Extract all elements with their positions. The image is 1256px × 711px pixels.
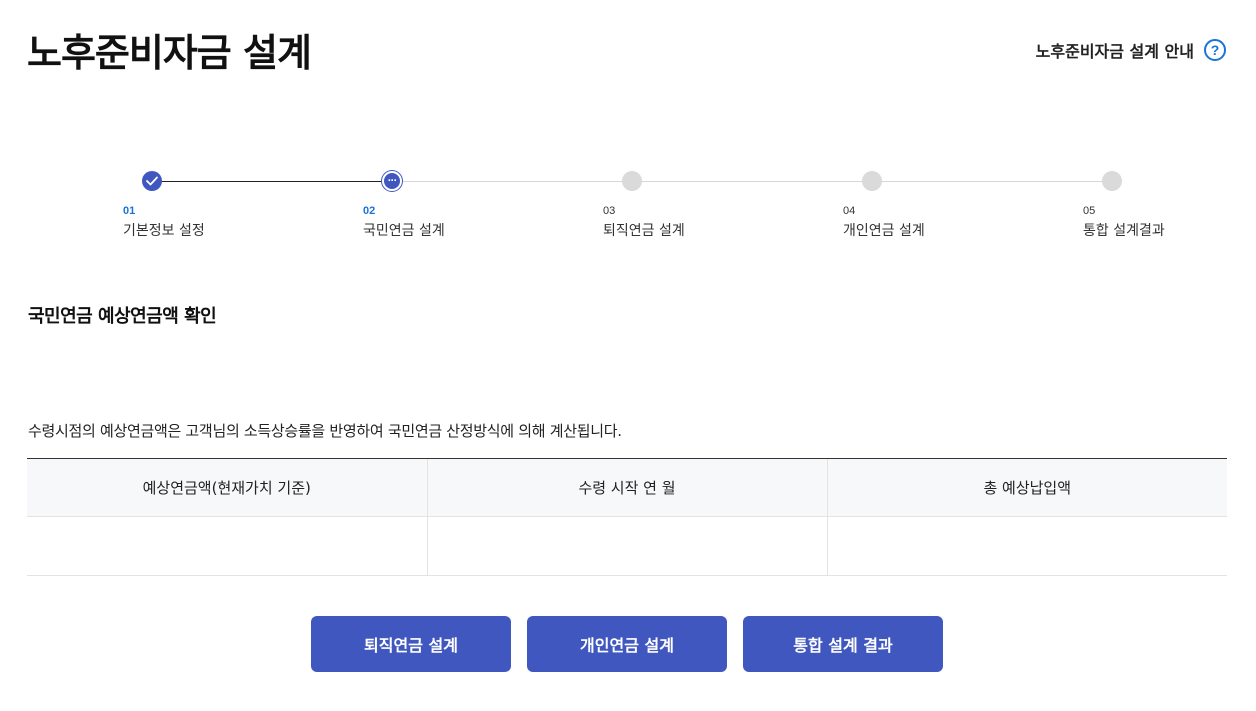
step-4-dot-icon — [862, 171, 882, 191]
step-number: 04 — [843, 205, 856, 217]
step-track-done — [152, 181, 392, 182]
step-label: 통합 설계결과 — [1083, 223, 1165, 239]
step-label: 기본정보 설정 — [123, 223, 205, 239]
guide-label: 노후준비자금 설계 안내 — [1035, 42, 1194, 61]
step-5-dot-icon — [1102, 171, 1122, 191]
section-description: 수령시점의 예상연금액은 고객님의 소득상승률을 반영하여 국민연금 산정방식에… — [28, 422, 622, 440]
column-header-total-payment: 총 예상납입액 — [826, 458, 1227, 517]
guide-link[interactable]: 노후준비자금 설계 안내 ? — [1036, 38, 1226, 62]
step-1: 01 기본정보 설정 — [123, 205, 205, 240]
step-3: 03 퇴직연금 설계 — [603, 205, 685, 240]
step-label: 개인연금 설계 — [843, 223, 925, 239]
step-5: 05 통합 설계결과 — [1083, 205, 1165, 240]
cell-total-payment — [826, 516, 1227, 576]
column-header-start-date: 수령 시작 연 월 — [426, 458, 827, 517]
cell-start-date — [426, 516, 827, 576]
retirement-pension-button[interactable]: 퇴직연금 설계 — [311, 616, 511, 672]
section-title: 국민연금 예상연금액 확인 — [28, 306, 217, 327]
help-circle-icon[interactable]: ? — [1204, 39, 1226, 61]
column-header-expected-pension: 예상연금액(현재가치 기준) — [27, 458, 427, 517]
personal-pension-button[interactable]: 개인연금 설계 — [527, 616, 727, 672]
step-number: 02 — [363, 205, 376, 217]
step-label: 국민연금 설계 — [363, 223, 445, 239]
step-3-dot-icon — [622, 171, 642, 191]
step-label: 퇴직연금 설계 — [603, 223, 685, 239]
pension-result-table: 예상연금액(현재가치 기준) 수령 시작 연 월 총 예상납입액 — [27, 458, 1227, 576]
cell-expected-pension — [27, 516, 427, 576]
step-number: 01 — [123, 205, 136, 217]
step-number: 03 — [603, 205, 616, 217]
progress-stepper: ... 01 기본정보 설정 02 국민연금 설계 03 퇴직연금 설계 04 … — [0, 170, 1256, 250]
step-2: 02 국민연금 설계 — [363, 205, 445, 240]
table-row — [27, 516, 1227, 576]
page-title: 노후준비자금 설계 — [27, 31, 312, 75]
step-4: 04 개인연금 설계 — [843, 205, 925, 240]
step-2-progress-icon: ... — [382, 171, 402, 191]
step-track-pending — [392, 181, 1112, 182]
action-buttons: 퇴직연금 설계 개인연금 설계 통합 설계 결과 — [311, 616, 943, 672]
integrated-result-button[interactable]: 통합 설계 결과 — [743, 616, 943, 672]
step-number: 05 — [1083, 205, 1096, 217]
step-1-check-icon — [142, 171, 162, 191]
table-header-row: 예상연금액(현재가치 기준) 수령 시작 연 월 총 예상납입액 — [27, 458, 1227, 517]
